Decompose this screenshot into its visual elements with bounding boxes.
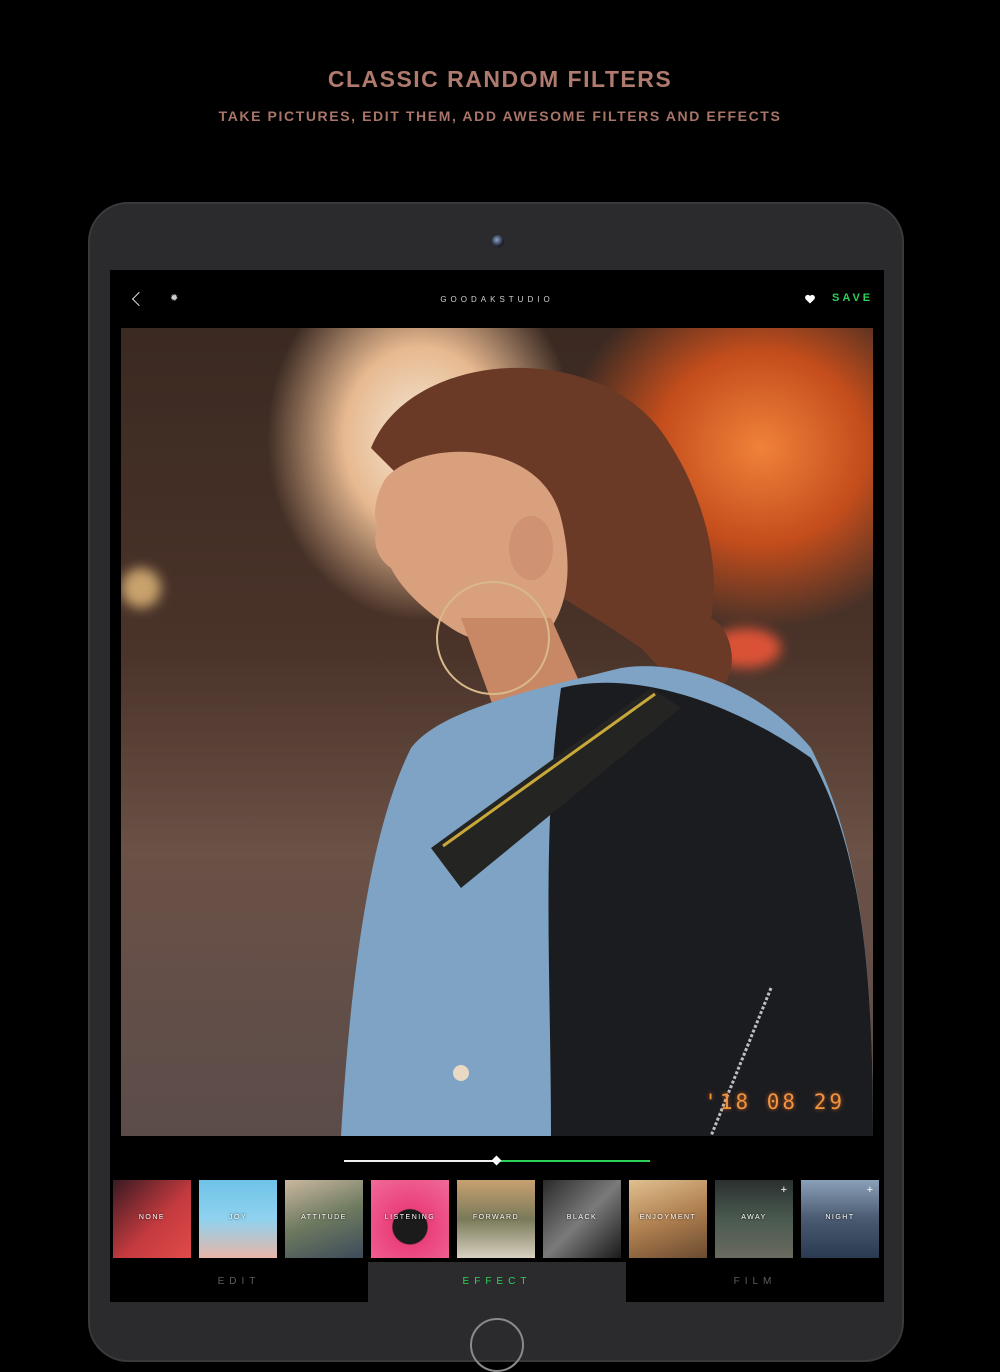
app-title: GOODAKSTUDIO: [440, 295, 554, 304]
plus-icon: +: [866, 1184, 873, 1196]
bottom-tab-bar: EDIT EFFECT FILM: [110, 1262, 884, 1302]
filter-label: NONE: [138, 1214, 166, 1221]
app-screen: ✹ GOODAKSTUDIO SAVE '18 08 29 NONE JOY A…: [110, 270, 884, 1302]
filter-black[interactable]: BLACK: [543, 1180, 621, 1258]
photo-preview: '18 08 29: [121, 328, 873, 1136]
save-button[interactable]: SAVE: [832, 292, 873, 304]
marketing-headline: CLASSIC RANDOM FILTERS: [327, 66, 673, 92]
tab-edit[interactable]: EDIT: [110, 1262, 368, 1302]
filter-label: ATTITUDE: [301, 1214, 347, 1221]
filter-label: LISTENING: [384, 1214, 436, 1221]
intensity-slider[interactable]: [344, 1155, 650, 1166]
tab-film[interactable]: FILM: [626, 1262, 884, 1302]
filter-label: BLACK: [566, 1214, 598, 1221]
plus-icon: +: [780, 1184, 787, 1196]
filter-label: FORWARD: [472, 1214, 520, 1221]
slider-thumb[interactable]: [491, 1155, 502, 1166]
filter-label: ENJOYMENT: [639, 1214, 697, 1221]
filter-away[interactable]: AWAY +: [715, 1180, 793, 1258]
top-toolbar: ✹ GOODAKSTUDIO SAVE: [110, 270, 884, 330]
slider-track-remaining: [497, 1160, 650, 1162]
slider-track-filled: [344, 1160, 497, 1162]
filter-attitude[interactable]: ATTITUDE: [285, 1180, 363, 1258]
filter-label: JOY: [228, 1214, 248, 1221]
heart-icon[interactable]: [804, 293, 816, 305]
filter-label: NIGHT: [825, 1214, 855, 1221]
filter-joy[interactable]: JOY: [199, 1180, 277, 1258]
date-stamp: '18 08 29: [704, 1090, 845, 1114]
filter-night[interactable]: NIGHT +: [801, 1180, 879, 1258]
tablet-device-frame: ✹ GOODAKSTUDIO SAVE '18 08 29 NONE JOY A…: [88, 202, 904, 1372]
marketing-subline: TAKE PICTURES, EDIT THEM, ADD AWESOME FI…: [218, 108, 782, 124]
tab-effect[interactable]: EFFECT: [368, 1262, 626, 1302]
portrait-subject: [341, 367, 873, 1136]
filter-none[interactable]: NONE: [113, 1180, 191, 1258]
filter-label: AWAY: [741, 1214, 767, 1221]
home-button[interactable]: [470, 1318, 524, 1372]
front-camera: [492, 235, 504, 247]
filter-strip: NONE JOY ATTITUDE LISTENING FORWARD BLACK ENJO…: [110, 1180, 884, 1258]
filter-forward[interactable]: FORWARD: [457, 1180, 535, 1258]
filter-enjoyment[interactable]: ENJOYMENT: [629, 1180, 707, 1258]
filter-listening[interactable]: LISTENING: [371, 1180, 449, 1258]
